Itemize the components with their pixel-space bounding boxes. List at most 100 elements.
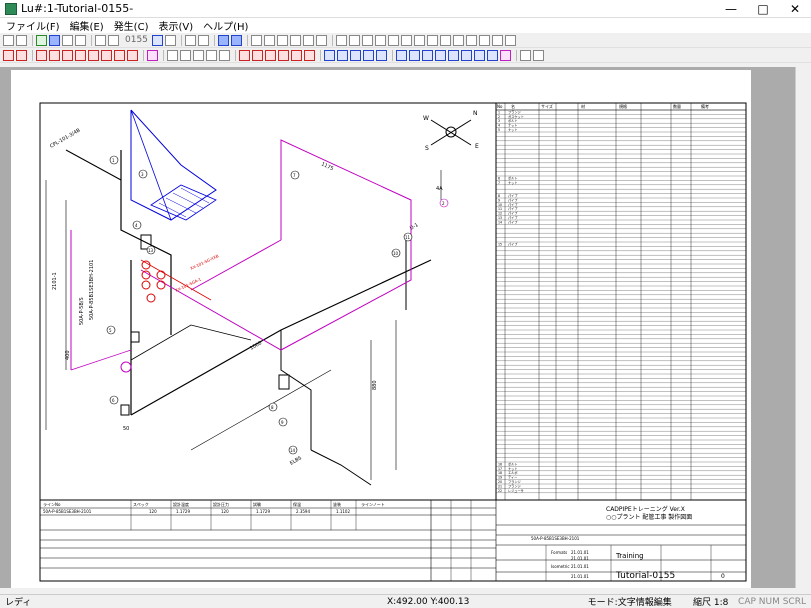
draw-k-icon[interactable]	[147, 49, 158, 61]
polyline-icon[interactable]	[461, 49, 472, 61]
tool-s-icon[interactable]	[491, 34, 503, 46]
circle-icon[interactable]	[409, 49, 420, 61]
redo-icon[interactable]	[164, 34, 176, 46]
lt-insul: 2.3594	[296, 509, 310, 514]
balloon: 5	[106, 325, 116, 335]
tool-m-icon[interactable]	[413, 34, 425, 46]
rect-icon[interactable]	[422, 49, 433, 61]
bom-item-no: 13	[498, 216, 502, 220]
vertical-scrollbar[interactable]	[795, 67, 811, 588]
tool-h-icon[interactable]	[348, 34, 360, 46]
menu-file[interactable]: ファイル(F)	[6, 18, 60, 33]
tool-g-icon[interactable]	[335, 34, 347, 46]
tool-e-icon[interactable]	[302, 34, 314, 46]
menu-help[interactable]: ヘルプ(H)	[203, 18, 248, 33]
tool-p-icon[interactable]	[452, 34, 464, 46]
frame-a-icon[interactable]	[252, 49, 263, 61]
arc-icon[interactable]	[448, 49, 459, 61]
tool-q-icon[interactable]	[465, 34, 477, 46]
bom-item: パイプ	[508, 206, 518, 211]
menu-view[interactable]: 表示(V)	[158, 18, 193, 33]
draw-d-icon[interactable]	[49, 49, 60, 61]
undo-icon[interactable]	[151, 34, 163, 46]
tool-a-icon[interactable]	[250, 34, 262, 46]
view-icon[interactable]	[36, 34, 47, 46]
bom-item-no: 1	[498, 110, 500, 114]
tool-b-icon[interactable]	[263, 34, 275, 46]
tb-title-name: Training	[615, 552, 644, 560]
print-icon[interactable]	[16, 34, 27, 46]
fit-icon[interactable]	[219, 49, 230, 61]
spline-icon[interactable]	[435, 49, 446, 61]
print-area-icon[interactable]	[239, 49, 250, 61]
hatch-icon[interactable]	[474, 49, 485, 61]
balloon: 1	[109, 155, 119, 165]
prev-icon[interactable]	[95, 34, 106, 46]
frame-c-icon[interactable]	[278, 49, 289, 61]
shape-a-icon[interactable]	[324, 49, 335, 61]
bom-item-no: 10	[498, 203, 502, 207]
draw-e-icon[interactable]	[62, 49, 73, 61]
frame-b-icon[interactable]	[265, 49, 276, 61]
frame-d-icon[interactable]	[291, 49, 302, 61]
menu-edit[interactable]: 編集(E)	[70, 18, 104, 33]
tool-f-icon[interactable]	[315, 34, 327, 46]
bom-item: ボルト	[508, 461, 518, 466]
tool-l-icon[interactable]	[400, 34, 412, 46]
cross-icon[interactable]	[533, 49, 544, 61]
tool-k-icon[interactable]	[387, 34, 399, 46]
draw-j-icon[interactable]	[127, 49, 138, 61]
shape-d-icon[interactable]	[363, 49, 374, 61]
tool-d-icon[interactable]	[289, 34, 301, 46]
minimize-button[interactable]: —	[715, 0, 747, 18]
title-block: CADPIPEトレーニング Ver.X ○○プラント 配管工事 製作図面 50A…	[495, 500, 746, 581]
tool-j-icon[interactable]	[374, 34, 386, 46]
text-icon[interactable]	[500, 49, 511, 61]
draw-f-icon[interactable]	[75, 49, 86, 61]
compass: N E W S	[423, 110, 479, 152]
dim-icon[interactable]	[487, 49, 498, 61]
vline-icon[interactable]	[520, 49, 531, 61]
tool-t-icon[interactable]	[504, 34, 516, 46]
draw-g-icon[interactable]	[88, 49, 99, 61]
save-icon[interactable]	[3, 34, 14, 46]
grid-icon[interactable]	[75, 34, 86, 46]
drawing-counter: 0155	[125, 35, 148, 45]
lt-test-pressure: 1.1729	[256, 509, 270, 514]
zoom-out-icon[interactable]	[193, 49, 204, 61]
line-icon[interactable]	[396, 49, 407, 61]
bom-header-no: No	[497, 104, 503, 109]
tool-i-icon[interactable]	[361, 34, 373, 46]
tool-r-icon[interactable]	[478, 34, 490, 46]
dim-label-4: 50	[123, 426, 129, 432]
bom-item-no: 15	[498, 242, 502, 246]
pan-icon[interactable]	[206, 49, 217, 61]
mode-icon[interactable]	[49, 34, 60, 46]
tb-rev-date-3: 21.01.01	[571, 564, 589, 569]
select-icon[interactable]	[217, 34, 229, 46]
tool-c-icon[interactable]	[276, 34, 288, 46]
tool-o-icon[interactable]	[439, 34, 451, 46]
shape-e-icon[interactable]	[376, 49, 387, 61]
bom-item: パイプ	[508, 215, 518, 220]
tool-n-icon[interactable]	[426, 34, 438, 46]
shape-c-icon[interactable]	[350, 49, 361, 61]
zoom-icon[interactable]	[167, 49, 178, 61]
draw-a-icon[interactable]	[3, 49, 14, 61]
shape-b-icon[interactable]	[337, 49, 348, 61]
draw-b-icon[interactable]	[16, 49, 27, 61]
close-button[interactable]: ✕	[779, 0, 811, 18]
cut-icon[interactable]	[184, 34, 196, 46]
delete-icon[interactable]	[197, 34, 209, 46]
layout-icon[interactable]	[62, 34, 73, 46]
maximize-button[interactable]: □	[747, 0, 779, 18]
draw-i-icon[interactable]	[114, 49, 125, 61]
next-icon[interactable]	[108, 34, 119, 46]
bom-item-no: 2	[498, 115, 500, 119]
draw-c-icon[interactable]	[36, 49, 47, 61]
draw-h-icon[interactable]	[101, 49, 112, 61]
frame-e-icon[interactable]	[304, 49, 315, 61]
zoom-in-icon[interactable]	[180, 49, 191, 61]
menu-generate[interactable]: 発生(C)	[114, 18, 149, 33]
table-icon[interactable]	[230, 34, 242, 46]
